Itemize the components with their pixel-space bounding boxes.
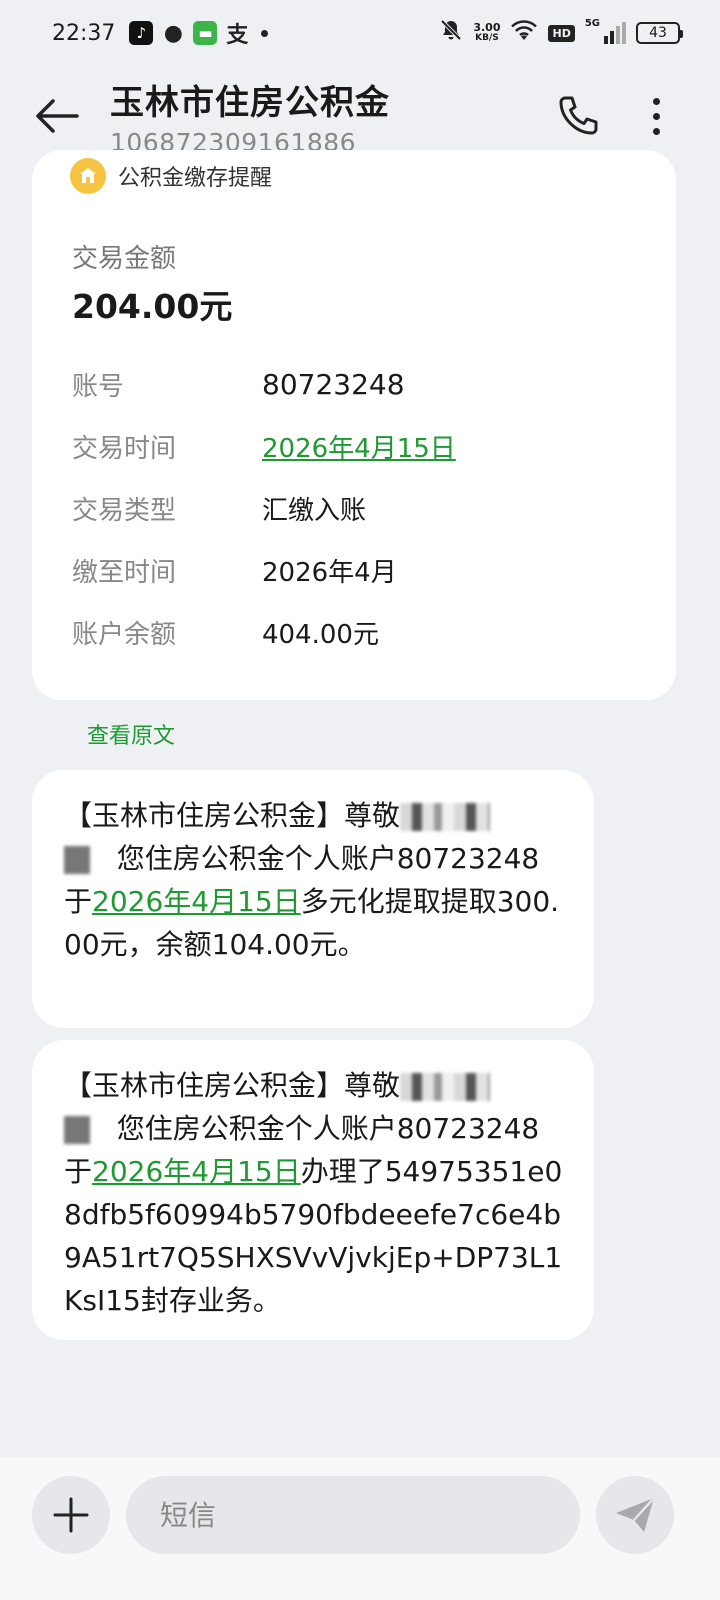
row-key: 账户余额 xyxy=(72,620,177,650)
row-key: 缴至时间 xyxy=(72,558,177,588)
redacted-name xyxy=(400,1073,491,1101)
send-button[interactable] xyxy=(596,1476,674,1554)
alipay-icon: 支 xyxy=(226,23,249,48)
network-type: 5G xyxy=(584,18,600,29)
arrow-left-icon xyxy=(36,99,79,133)
tiktok-icon: ♪ xyxy=(129,21,154,45)
hd-indicator: HD xyxy=(548,24,575,42)
message-text: 【玉林市住房公积金】尊敬 xyxy=(64,1069,401,1102)
view-original-link[interactable]: 查看原文 xyxy=(87,718,175,750)
plus-icon xyxy=(53,1497,89,1533)
more-dot xyxy=(652,112,660,120)
row-account: 账号 80723248 xyxy=(72,366,405,403)
row-key: 交易时间 xyxy=(72,434,177,464)
message-input-box[interactable] xyxy=(126,1476,580,1554)
more-notifications-dot xyxy=(261,29,269,37)
deposit-reminder-card[interactable]: 公积金缴存提醒 交易金额 204.00元 账号 80723248 交易时间 20… xyxy=(32,150,676,700)
row-value: 404.00元 xyxy=(262,620,379,650)
more-dot xyxy=(652,127,660,135)
wifi-icon xyxy=(510,19,538,47)
phone-icon xyxy=(559,96,598,135)
message-text: 【玉林市住房公积金】尊敬 xyxy=(64,799,401,832)
battery-level: 43 xyxy=(649,25,667,41)
amount-label: 交易金额 xyxy=(72,244,177,274)
redacted-name xyxy=(64,1116,90,1144)
wechat-icon: ● xyxy=(163,20,183,46)
row-paid-until: 缴至时间 2026年4月 xyxy=(72,552,397,589)
network-speed: 3.00 KB/S xyxy=(473,22,500,44)
row-value: 80723248 xyxy=(262,368,405,401)
row-transaction-time: 交易时间 2026年4月15日 xyxy=(72,428,456,465)
date-link[interactable]: 2026年4月15日 xyxy=(92,885,301,918)
battery-icon: 43 xyxy=(636,22,683,44)
composer-bar xyxy=(0,1458,720,1600)
system-icons: 3.00 KB/S HD 5G 43 xyxy=(439,18,683,48)
row-key: 账号 xyxy=(72,372,125,402)
message-bubble[interactable]: 【玉林市住房公积金】尊敬 您住房公积金个人账户80723248于2026年4月1… xyxy=(32,1040,594,1340)
back-button[interactable] xyxy=(22,81,92,151)
more-options-button[interactable] xyxy=(636,86,676,146)
row-balance: 账户余额 404.00元 xyxy=(72,614,379,651)
network-speed-unit: KB/S xyxy=(475,33,499,43)
notification-icons: ♪ ● ▬ 支 xyxy=(129,20,269,48)
row-key: 交易类型 xyxy=(72,496,177,526)
contact-name: 玉林市住房公积金 xyxy=(110,83,390,123)
redacted-name xyxy=(64,846,90,874)
housing-fund-icon xyxy=(70,158,106,194)
contact-info: 玉林市住房公积金 106872309161886 xyxy=(110,75,390,157)
bell-muted-icon xyxy=(439,18,463,48)
attach-button[interactable] xyxy=(32,1476,110,1554)
more-dot xyxy=(652,97,660,105)
status-time: 22:37 xyxy=(52,20,116,46)
message-input[interactable] xyxy=(160,1498,540,1532)
status-bar: 22:37 ♪ ● ▬ 支 3.00 KB/S HD 5G 43 xyxy=(0,0,720,66)
send-icon xyxy=(616,1497,655,1532)
message-bubble[interactable]: 【玉林市住房公积金】尊敬 您住房公积金个人账户80723248于2026年4月1… xyxy=(32,770,594,1028)
date-link[interactable]: 2026年4月15日 xyxy=(262,428,456,465)
row-value: 2026年4月 xyxy=(262,558,397,588)
messages-icon: ▬ xyxy=(193,21,218,45)
card-heading: 公积金缴存提醒 xyxy=(70,158,272,194)
date-link[interactable]: 2026年4月15日 xyxy=(92,1155,301,1188)
card-heading-text: 公积金缴存提醒 xyxy=(118,166,273,191)
amount-value: 204.00元 xyxy=(72,287,233,326)
network-speed-value: 3.00 xyxy=(473,21,501,34)
row-transaction-type: 交易类型 汇缴入账 xyxy=(72,490,366,527)
call-button[interactable] xyxy=(548,86,608,146)
row-value: 汇缴入账 xyxy=(262,496,367,526)
redacted-name xyxy=(400,803,491,831)
signal-icon xyxy=(604,22,626,44)
